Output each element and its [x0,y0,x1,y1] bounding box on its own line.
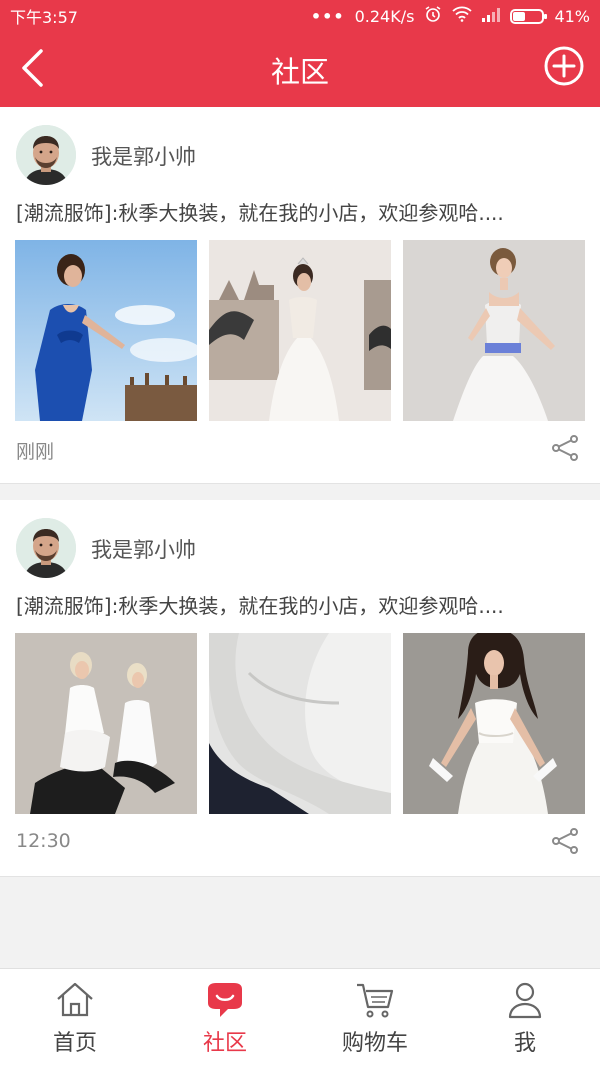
battery-icon [510,8,548,24]
status-time: 下午3:57 [10,8,78,27]
cart-icon [357,983,394,1018]
avatar[interactable] [16,125,76,185]
nav-item-community[interactable]: 社区 [150,969,300,1067]
plus-circle-icon [544,46,584,86]
post-text: [潮流服饰]:秋季大换装，就在我的小店，欢迎参观哈.... [16,201,504,225]
username[interactable]: 我是郭小帅 [91,534,196,564]
nav-item-cart[interactable]: 购物车 [300,969,450,1067]
share-button[interactable] [550,433,580,463]
post-timestamp: 刚刚 [16,441,55,463]
add-post-button[interactable] [542,44,586,88]
photo-grid [15,240,585,421]
home-icon [57,982,93,1017]
app-header: 社区 [0,32,600,107]
post-photo[interactable] [209,633,391,814]
post-timestamp: 12:30 [16,830,71,852]
post-photo[interactable] [15,240,197,421]
nav-item-home[interactable]: 首页 [0,969,150,1067]
network-speed: 0.24K/s [354,6,415,26]
post-card[interactable]: 我是郭小帅 [潮流服饰]:秋季大换装，就在我的小店，欢迎参观哈.... [0,107,600,484]
signal-icon [482,7,501,26]
chat-bubble-icon [208,983,242,1017]
status-dots: ••• [310,6,345,26]
nav-item-me[interactable]: 我 [450,969,600,1067]
nav-label-cart: 购物车 [341,1031,408,1056]
post-text: [潮流服饰]:秋季大换装，就在我的小店，欢迎参观哈.... [16,594,504,618]
post-photo[interactable] [403,633,585,814]
nav-label-me: 我 [513,1031,536,1056]
nav-label-community: 社区 [202,1031,247,1056]
status-icons: ••• 0.24K/s 41% [311,5,590,27]
share-icon [552,435,578,461]
post-card[interactable]: 我是郭小帅 [潮流服饰]:秋季大换装，就在我的小店，欢迎参观哈.... [0,500,600,877]
share-button[interactable] [550,826,580,856]
alarm-icon [424,5,442,27]
post-feed: 我是郭小帅 [潮流服饰]:秋季大换装，就在我的小店，欢迎参观哈.... 刚刚 我… [0,107,600,877]
page-title: 社区 [270,54,329,89]
nav-label-home: 首页 [52,1031,97,1056]
share-icon [552,828,578,854]
avatar[interactable] [16,518,76,578]
wifi-icon [452,6,473,26]
post-photo[interactable] [15,633,197,814]
photo-grid [15,633,585,814]
status-bar: 下午3:57 ••• 0.24K/s 41% [0,0,600,32]
post-photo[interactable] [209,240,391,421]
post-photo[interactable] [403,240,585,421]
battery-level: 41% [554,6,590,26]
user-icon [508,982,542,1019]
bottom-nav: 首页 社区 购物车 我 [0,968,600,1067]
username[interactable]: 我是郭小帅 [91,141,196,171]
